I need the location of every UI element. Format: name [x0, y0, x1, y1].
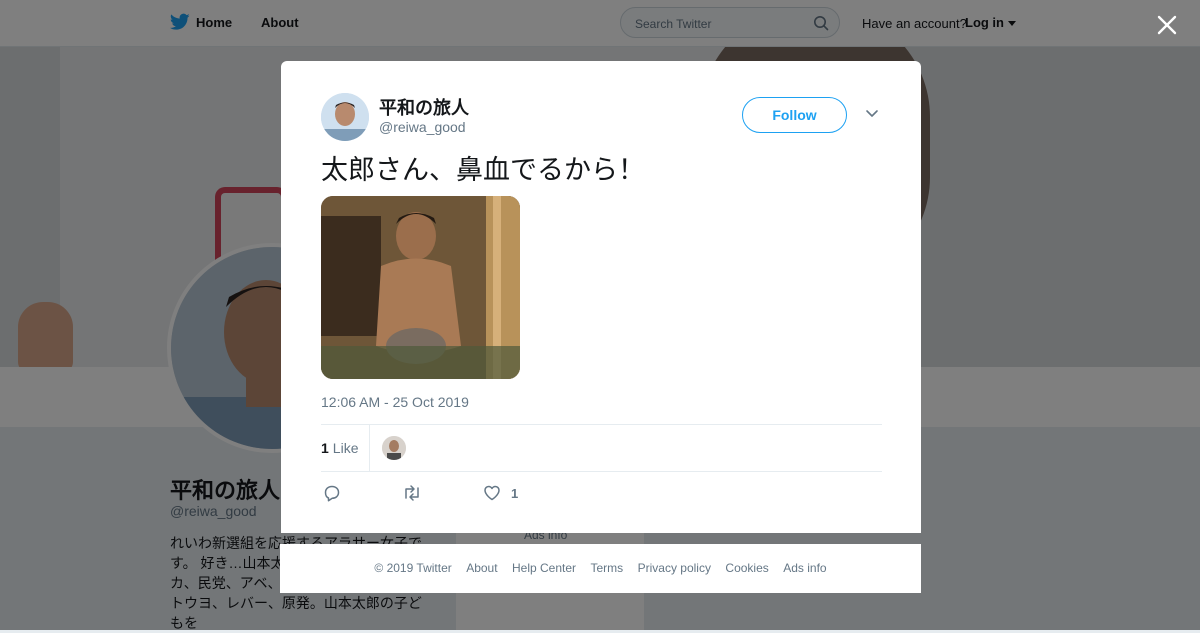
tweet-photo[interactable]	[321, 196, 520, 379]
follow-button[interactable]: Follow	[742, 97, 847, 133]
chevron-down-icon[interactable]	[865, 109, 879, 119]
author-name[interactable]: 平和の旅人	[379, 94, 469, 120]
retweet-button[interactable]	[402, 483, 422, 503]
likes-label: Like	[332, 440, 359, 456]
tweet-text: 太郎さん、鼻血でるから！	[321, 155, 645, 185]
likes-count: 1	[321, 440, 329, 456]
divider	[321, 424, 882, 425]
modal-footer: © 2019 Twitter About Help Center Terms P…	[280, 544, 921, 593]
tweet-permalink-modal: 平和の旅人 @reiwa_good Follow 太郎さん、鼻血でるから！ 12…	[281, 61, 921, 533]
divider	[321, 471, 882, 472]
tweet-timestamp[interactable]: 12:06 AM - 25 Oct 2019	[321, 394, 469, 410]
liker-avatar[interactable]	[382, 436, 406, 460]
close-icon[interactable]	[1154, 12, 1180, 38]
like-count: 1	[511, 485, 519, 501]
author-handle[interactable]: @reiwa_good	[379, 119, 466, 135]
footer-link-about[interactable]: About	[466, 544, 497, 593]
footer-link-help-center[interactable]: Help Center	[512, 544, 576, 593]
heart-icon	[484, 485, 500, 501]
likes-stat[interactable]: 1 Like	[321, 440, 358, 456]
retweet-icon	[405, 485, 419, 501]
footer-link-privacy[interactable]: Privacy policy	[638, 544, 711, 593]
footer-copyright: © 2019 Twitter	[374, 561, 452, 575]
reply-icon	[324, 485, 340, 502]
reply-button[interactable]	[323, 483, 341, 503]
footer-link-terms[interactable]: Terms	[590, 544, 623, 593]
like-button[interactable]: 1	[483, 483, 518, 503]
footer-link-ads-info[interactable]: Ads info	[783, 544, 826, 593]
author-avatar[interactable]	[321, 93, 369, 141]
footer-link-cookies[interactable]: Cookies	[725, 544, 768, 593]
divider	[369, 425, 370, 471]
